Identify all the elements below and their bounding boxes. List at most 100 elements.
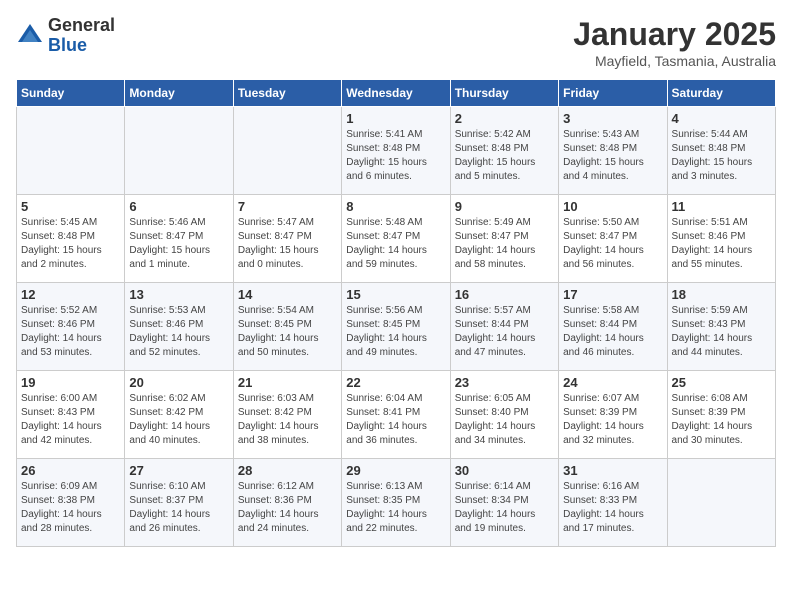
page-header: General Blue January 2025 Mayfield, Tasm… xyxy=(16,16,776,69)
day-info: Sunrise: 5:47 AM Sunset: 8:47 PM Dayligh… xyxy=(238,216,337,272)
calendar-day-empty xyxy=(233,107,341,195)
day-info: Sunrise: 5:46 AM Sunset: 8:47 PM Dayligh… xyxy=(129,216,228,272)
day-number: 24 xyxy=(563,375,662,390)
calendar-day-15: 15 Sunrise: 5:56 AM Sunset: 8:45 PM Dayli… xyxy=(342,283,450,371)
logo-icon xyxy=(16,22,44,50)
calendar-day-2: 2 Sunrise: 5:42 AM Sunset: 8:48 PM Daylig… xyxy=(450,107,558,195)
day-info: Sunrise: 6:14 AM Sunset: 8:34 PM Dayligh… xyxy=(455,480,554,536)
calendar-week-5: 26 Sunrise: 6:09 AM Sunset: 8:38 PM Dayli… xyxy=(17,459,776,547)
calendar-day-19: 19Sunrise: 6:00 AM Sunset: 8:43 PM Dayli… xyxy=(17,371,125,459)
day-info: Sunrise: 6:16 AM Sunset: 8:33 PM Dayligh… xyxy=(563,480,662,536)
calendar-day-9: 9 Sunrise: 5:49 AM Sunset: 8:47 PM Daylig… xyxy=(450,195,558,283)
day-number: 7 xyxy=(238,199,337,214)
day-info: Sunrise: 5:58 AM Sunset: 8:44 PM Dayligh… xyxy=(563,304,662,360)
day-number: 15 xyxy=(346,287,445,302)
day-info: Sunrise: 5:41 AM Sunset: 8:48 PM Dayligh… xyxy=(346,128,445,184)
location-title: Mayfield, Tasmania, Australia xyxy=(573,53,776,69)
weekday-header-thursday: Thursday xyxy=(450,80,558,107)
day-info: Sunrise: 5:50 AM Sunset: 8:47 PM Dayligh… xyxy=(563,216,662,272)
weekday-header-friday: Friday xyxy=(559,80,667,107)
day-number: 16 xyxy=(455,287,554,302)
day-number: 5 xyxy=(21,199,120,214)
day-number: 13 xyxy=(129,287,228,302)
day-info: Sunrise: 5:44 AM Sunset: 8:48 PM Dayligh… xyxy=(672,128,771,184)
calendar-day-3: 3 Sunrise: 5:43 AM Sunset: 8:48 PM Daylig… xyxy=(559,107,667,195)
day-number: 19 xyxy=(21,375,120,390)
calendar-day-14: 14 Sunrise: 5:54 AM Sunset: 8:45 PM Dayli… xyxy=(233,283,341,371)
day-number: 23 xyxy=(455,375,554,390)
calendar-week-2: 5 Sunrise: 5:45 AM Sunset: 8:48 PM Daylig… xyxy=(17,195,776,283)
day-number: 12 xyxy=(21,287,120,302)
weekday-header-tuesday: Tuesday xyxy=(233,80,341,107)
day-info: Sunrise: 5:42 AM Sunset: 8:48 PM Dayligh… xyxy=(455,128,554,184)
calendar-day-20: 20 Sunrise: 6:02 AM Sunset: 8:42 PM Dayli… xyxy=(125,371,233,459)
title-section: January 2025 Mayfield, Tasmania, Austral… xyxy=(573,16,776,69)
calendar-day-12: 12 Sunrise: 5:52 AM Sunset: 8:46 PM Dayli… xyxy=(17,283,125,371)
logo-text: General Blue xyxy=(48,16,115,56)
calendar-day-6: 6 Sunrise: 5:46 AM Sunset: 8:47 PM Daylig… xyxy=(125,195,233,283)
calendar-week-3: 12 Sunrise: 5:52 AM Sunset: 8:46 PM Dayli… xyxy=(17,283,776,371)
calendar-day-5: 5 Sunrise: 5:45 AM Sunset: 8:48 PM Daylig… xyxy=(17,195,125,283)
day-number: 21 xyxy=(238,375,337,390)
day-info: Sunrise: 6:12 AM Sunset: 8:36 PM Dayligh… xyxy=(238,480,337,536)
day-number: 30 xyxy=(455,463,554,478)
day-number: 11 xyxy=(672,199,771,214)
day-number: 8 xyxy=(346,199,445,214)
day-info: Sunrise: 5:52 AM Sunset: 8:46 PM Dayligh… xyxy=(21,304,120,360)
calendar-day-empty xyxy=(667,459,775,547)
day-info: Sunrise: 6:07 AM Sunset: 8:39 PM Dayligh… xyxy=(563,392,662,448)
calendar-day-29: 29Sunrise: 6:13 AM Sunset: 8:35 PM Dayli… xyxy=(342,459,450,547)
day-info: Sunrise: 5:43 AM Sunset: 8:48 PM Dayligh… xyxy=(563,128,662,184)
weekday-header-sunday: Sunday xyxy=(17,80,125,107)
day-number: 14 xyxy=(238,287,337,302)
day-info: Sunrise: 5:56 AM Sunset: 8:45 PM Dayligh… xyxy=(346,304,445,360)
day-number: 2 xyxy=(455,111,554,126)
calendar-day-21: 21 Sunrise: 6:03 AM Sunset: 8:42 PM Dayli… xyxy=(233,371,341,459)
day-number: 18 xyxy=(672,287,771,302)
day-info: Sunrise: 6:13 AM Sunset: 8:35 PM Dayligh… xyxy=(346,480,445,536)
weekday-header-row: SundayMondayTuesdayWednesdayThursdayFrid… xyxy=(17,80,776,107)
day-number: 1 xyxy=(346,111,445,126)
day-info: Sunrise: 6:03 AM Sunset: 8:42 PM Dayligh… xyxy=(238,392,337,448)
day-number: 20 xyxy=(129,375,228,390)
calendar-day-22: 22Sunrise: 6:04 AM Sunset: 8:41 PM Dayli… xyxy=(342,371,450,459)
logo: General Blue xyxy=(16,16,115,56)
day-number: 9 xyxy=(455,199,554,214)
day-info: Sunrise: 6:02 AM Sunset: 8:42 PM Dayligh… xyxy=(129,392,228,448)
calendar-day-10: 10 Sunrise: 5:50 AM Sunset: 8:47 PM Dayli… xyxy=(559,195,667,283)
day-info: Sunrise: 5:49 AM Sunset: 8:47 PM Dayligh… xyxy=(455,216,554,272)
calendar-day-28: 28Sunrise: 6:12 AM Sunset: 8:36 PM Dayli… xyxy=(233,459,341,547)
day-info: Sunrise: 5:59 AM Sunset: 8:43 PM Dayligh… xyxy=(672,304,771,360)
day-info: Sunrise: 5:45 AM Sunset: 8:48 PM Dayligh… xyxy=(21,216,120,272)
calendar-day-31: 31 Sunrise: 6:16 AM Sunset: 8:33 PM Dayli… xyxy=(559,459,667,547)
calendar-day-24: 24 Sunrise: 6:07 AM Sunset: 8:39 PM Dayli… xyxy=(559,371,667,459)
weekday-header-monday: Monday xyxy=(125,80,233,107)
calendar-week-4: 19Sunrise: 6:00 AM Sunset: 8:43 PM Dayli… xyxy=(17,371,776,459)
month-title: January 2025 xyxy=(573,16,776,53)
calendar-day-17: 17 Sunrise: 5:58 AM Sunset: 8:44 PM Dayli… xyxy=(559,283,667,371)
calendar-day-empty xyxy=(125,107,233,195)
day-number: 17 xyxy=(563,287,662,302)
calendar-day-13: 13Sunrise: 5:53 AM Sunset: 8:46 PM Dayli… xyxy=(125,283,233,371)
day-number: 27 xyxy=(129,463,228,478)
day-number: 31 xyxy=(563,463,662,478)
day-info: Sunrise: 6:05 AM Sunset: 8:40 PM Dayligh… xyxy=(455,392,554,448)
day-info: Sunrise: 5:54 AM Sunset: 8:45 PM Dayligh… xyxy=(238,304,337,360)
calendar-week-1: 1 Sunrise: 5:41 AM Sunset: 8:48 PM Daylig… xyxy=(17,107,776,195)
day-number: 3 xyxy=(563,111,662,126)
calendar-day-8: 8Sunrise: 5:48 AM Sunset: 8:47 PM Daylig… xyxy=(342,195,450,283)
calendar-day-1: 1 Sunrise: 5:41 AM Sunset: 8:48 PM Daylig… xyxy=(342,107,450,195)
calendar-day-empty xyxy=(17,107,125,195)
day-number: 4 xyxy=(672,111,771,126)
calendar-day-25: 25Sunrise: 6:08 AM Sunset: 8:39 PM Dayli… xyxy=(667,371,775,459)
day-number: 6 xyxy=(129,199,228,214)
day-number: 25 xyxy=(672,375,771,390)
day-number: 26 xyxy=(21,463,120,478)
calendar-day-26: 26 Sunrise: 6:09 AM Sunset: 8:38 PM Dayli… xyxy=(17,459,125,547)
day-info: Sunrise: 6:09 AM Sunset: 8:38 PM Dayligh… xyxy=(21,480,120,536)
day-number: 10 xyxy=(563,199,662,214)
calendar-day-4: 4 Sunrise: 5:44 AM Sunset: 8:48 PM Daylig… xyxy=(667,107,775,195)
calendar-day-18: 18 Sunrise: 5:59 AM Sunset: 8:43 PM Dayli… xyxy=(667,283,775,371)
day-info: Sunrise: 6:10 AM Sunset: 8:37 PM Dayligh… xyxy=(129,480,228,536)
calendar-day-16: 16Sunrise: 5:57 AM Sunset: 8:44 PM Dayli… xyxy=(450,283,558,371)
